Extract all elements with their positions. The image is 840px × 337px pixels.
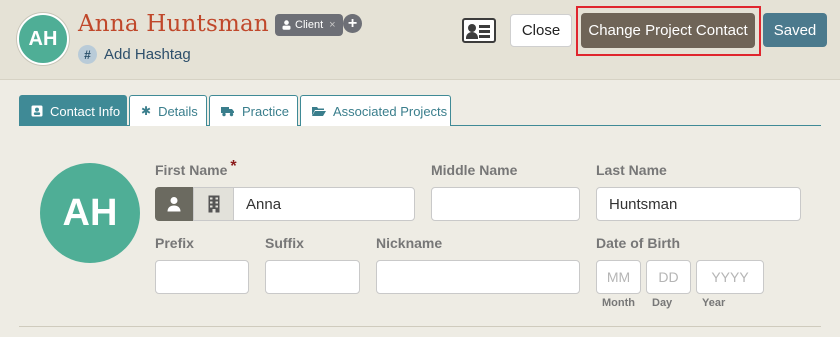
saved-button[interactable]: Saved [763,13,827,47]
tab-details[interactable]: ✱ Details [129,95,207,126]
dob-day-input[interactable]: DD [646,260,691,294]
first-name-input[interactable]: Anna [233,187,415,221]
tab-practice[interactable]: Practice [209,95,298,126]
asterisk-icon: ✱ [141,104,152,118]
nickname-input[interactable] [376,260,580,294]
last-name-label: Last Name [596,162,667,178]
nickname-label: Nickname [376,235,443,251]
contact-avatar: AH [40,163,140,263]
suffix-input[interactable] [265,260,360,294]
tab-label: Details [158,103,198,119]
tab-label: Contact Info [50,103,121,119]
prefix-input[interactable] [155,260,249,294]
dob-label: Date of Birth [596,235,680,251]
folder-open-icon [312,106,326,116]
suffix-label: Suffix [265,235,304,251]
required-marker: * [230,158,237,175]
client-badge[interactable]: Client × [275,14,343,36]
dob-day-caption: Day [652,297,673,309]
first-name-label: First Name * [155,158,237,178]
dob-month-input[interactable]: MM [596,260,641,294]
id-card-icon [31,105,43,117]
dob-year-input[interactable]: YYYY [696,260,764,294]
remove-badge-icon[interactable]: × [329,19,335,31]
dob-year-caption: Year [702,297,726,309]
client-badge-label: Client [295,19,324,31]
change-project-contact-button[interactable]: Change Project Contact [581,13,755,48]
tab-contact-info[interactable]: Contact Info [19,95,127,126]
add-tag-icon[interactable]: + [343,14,362,33]
truck-icon [221,106,234,116]
contact-card-icon[interactable] [462,18,496,43]
close-button[interactable]: Close [510,14,572,47]
dob-month-caption: Month [602,297,635,309]
hashtag-icon[interactable]: # [78,45,97,64]
middle-name-input[interactable] [431,187,580,221]
user-icon [282,20,291,30]
building-icon [208,195,219,213]
tab-associated-projects[interactable]: Associated Projects [300,95,451,126]
prefix-label: Prefix [155,235,194,251]
organization-toggle[interactable] [193,187,234,221]
person-toggle[interactable] [155,187,193,221]
person-icon [167,197,181,212]
middle-name-label: Middle Name [431,162,518,178]
contact-name: Anna Huntsman [78,11,269,37]
header-avatar: AH [17,13,69,65]
add-hashtag-link[interactable]: Add Hashtag [104,46,191,63]
tab-label: Practice [242,103,289,119]
tab-label: Associated Projects [333,103,448,119]
last-name-input[interactable]: Huntsman [596,187,801,221]
section-divider [19,326,821,327]
